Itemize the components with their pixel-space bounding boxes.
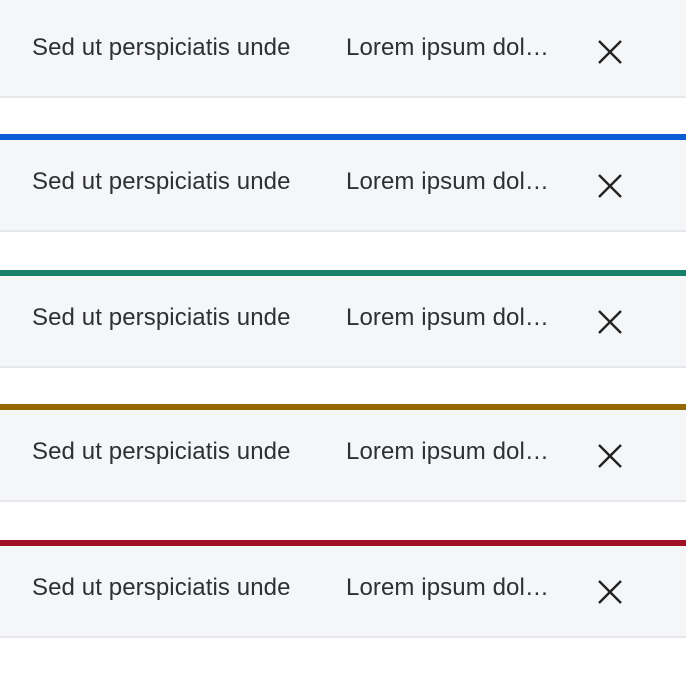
accent-bar <box>0 270 686 276</box>
notification-neutral: Sed ut perspiciatis unde Lorem ipsum dol… <box>0 0 686 98</box>
close-icon <box>598 580 622 604</box>
close-icon <box>598 40 622 64</box>
close-icon <box>598 174 622 198</box>
accent-bar <box>0 404 686 410</box>
close-icon <box>598 310 622 334</box>
close-button[interactable] <box>593 35 627 69</box>
notification-subtitle: Lorem ipsum dolor sit amet <box>346 168 556 195</box>
close-button[interactable] <box>593 305 627 339</box>
accent-bar <box>0 134 686 140</box>
notification-error: Sed ut perspiciatis unde Lorem ipsum dol… <box>0 540 686 638</box>
notification-subtitle: Lorem ipsum dolor sit amet <box>346 34 556 61</box>
close-button[interactable] <box>593 575 627 609</box>
notification-warning: Sed ut perspiciatis unde Lorem ipsum dol… <box>0 404 686 502</box>
accent-bar <box>0 540 686 546</box>
notification-title: Sed ut perspiciatis unde <box>32 34 291 61</box>
notification-info: Sed ut perspiciatis unde Lorem ipsum dol… <box>0 134 686 232</box>
notification-subtitle: Lorem ipsum dolor sit amet <box>346 438 556 465</box>
notification-success: Sed ut perspiciatis unde Lorem ipsum dol… <box>0 270 686 368</box>
close-icon <box>598 444 622 468</box>
notification-title: Sed ut perspiciatis unde <box>32 438 291 465</box>
notification-title: Sed ut perspiciatis unde <box>32 574 291 601</box>
notification-stack: Sed ut perspiciatis unde Lorem ipsum dol… <box>0 0 686 676</box>
notification-subtitle: Lorem ipsum dolor sit amet <box>346 304 556 331</box>
close-button[interactable] <box>593 439 627 473</box>
notification-title: Sed ut perspiciatis unde <box>32 168 291 195</box>
notification-title: Sed ut perspiciatis unde <box>32 304 291 331</box>
close-button[interactable] <box>593 169 627 203</box>
notification-subtitle: Lorem ipsum dolor sit amet <box>346 574 556 601</box>
